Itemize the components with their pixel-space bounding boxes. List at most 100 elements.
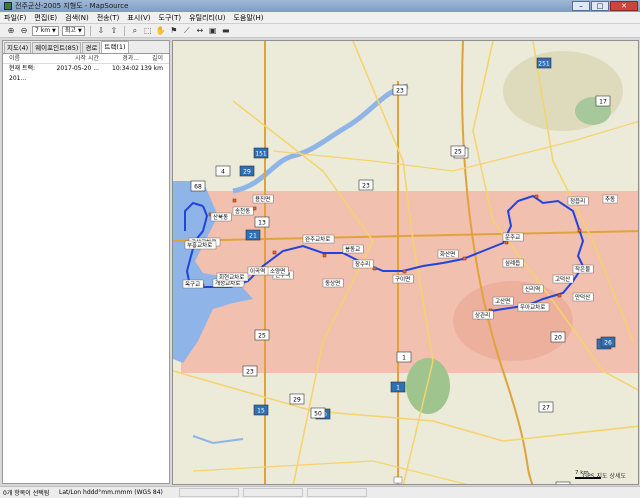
route-shield: 151 [253, 147, 269, 159]
close-button[interactable]: ✕ [610, 1, 638, 11]
place-label[interactable]: 구이면 [392, 274, 414, 284]
place-label[interactable]: 소양면 [267, 266, 289, 276]
zoom-scale-select[interactable]: 7 km ▼ [32, 25, 59, 36]
place-label[interactable]: 화산면 [437, 249, 459, 259]
shield-number: 1 [402, 355, 406, 362]
place-label[interactable]: 산북동 [210, 212, 232, 222]
route-shield: 1 [390, 381, 406, 393]
send-to-device-icon[interactable]: ⇧ [109, 26, 119, 36]
map-copyright: GPS 지도 상세도 [582, 473, 627, 480]
track-row[interactable]: 현재 트랙: 201... 2017-05-20 ... 10:34:02 13… [3, 64, 169, 82]
tab-waypoints[interactable]: 웨이포인트(85) [32, 42, 82, 53]
hand-tool-icon[interactable]: ✋ [156, 26, 166, 36]
waypoint-marker[interactable] [372, 266, 377, 271]
menu-view[interactable]: 표시(V) [127, 13, 150, 23]
waypoint-marker[interactable] [252, 206, 257, 211]
shield-number: 251 [538, 61, 550, 68]
label-text: 삼례읍 [505, 259, 520, 267]
tab-maps[interactable]: 지도(4) [4, 42, 32, 53]
zoom-out-icon[interactable]: ⊖ [19, 26, 29, 36]
track-name: 현재 트랙: 201... [9, 65, 36, 82]
route-shield: 25 [254, 329, 270, 341]
place-label[interactable]: 정읍리 [567, 196, 589, 206]
label-text: 이곡역 [250, 267, 265, 275]
menu-help[interactable]: 도움말(H) [233, 13, 263, 23]
shield-number: 68 [194, 184, 202, 191]
place-label[interactable]: 장수리 [352, 259, 374, 269]
place-label[interactable]: 상관리 [472, 310, 494, 320]
waypoint-marker[interactable] [232, 198, 237, 203]
minimize-button[interactable]: – [572, 1, 590, 11]
place-label[interactable]: 작은물 [572, 264, 594, 274]
place-label[interactable]: 이곡역 [247, 266, 269, 276]
scroll-handle[interactable] [393, 476, 403, 484]
waypoint-tool-icon[interactable]: ⚑ [169, 26, 179, 36]
place-label[interactable]: 운주교 [502, 232, 524, 242]
map-view[interactable]: 2512317151254296823211312620253029501527… [172, 40, 639, 485]
label-text: 구이면 [395, 275, 410, 283]
place-label[interactable]: 삼례읍 [502, 258, 524, 268]
label-text: 화산면 [440, 250, 455, 258]
label-text: 소양면 [270, 267, 285, 275]
column-name[interactable]: 이름 [3, 54, 53, 63]
status-bar: 0개 항목이 선택됨 Lat/Lon hddd°mm.mmm (WGS 84) [0, 486, 640, 498]
place-label[interactable]: 용진면 [252, 194, 274, 204]
menu-file[interactable]: 파일(F) [4, 13, 26, 23]
tab-routes[interactable]: 경로 [82, 42, 101, 53]
select-tool-icon[interactable]: ⬚ [143, 26, 153, 36]
status-cell [307, 488, 367, 497]
waypoint-marker[interactable] [557, 293, 562, 298]
map-scroll-control[interactable] [393, 476, 403, 484]
distance-tool-icon[interactable]: ↔ [195, 26, 205, 36]
column-elapsed[interactable]: 경과... [103, 54, 139, 63]
place-label[interactable]: 추동 [602, 194, 619, 204]
column-length[interactable]: 길이 [139, 54, 167, 63]
waypoint-marker[interactable] [402, 269, 407, 274]
shield-number: 19 [559, 485, 567, 486]
column-start-time[interactable]: 시작 시간 [53, 54, 103, 63]
place-label[interactable]: 회현교차로 [216, 272, 249, 282]
place-label[interactable]: 봉동교 [342, 244, 364, 254]
label-text: 우아교차로 [520, 303, 545, 311]
map-select-tool-icon[interactable]: ▣ [208, 26, 218, 36]
waypoint-marker[interactable] [462, 256, 467, 261]
track-elapsed: 10:34:02 [112, 65, 139, 72]
receive-from-device-icon[interactable]: ⇩ [96, 26, 106, 36]
waypoint-marker[interactable] [272, 250, 277, 255]
shield-number: 27 [542, 405, 550, 412]
menu-tools[interactable]: 도구(T) [159, 13, 182, 23]
waypoint-marker[interactable] [577, 228, 582, 233]
place-label[interactable]: 옥구교 [182, 279, 204, 289]
waypoint-marker[interactable] [322, 253, 327, 258]
place-label[interactable]: 신리역 [522, 284, 544, 294]
place-label[interactable]: 고산면 [492, 296, 514, 306]
menu-find[interactable]: 검색(N) [65, 13, 89, 23]
waypoint-marker[interactable] [534, 194, 539, 199]
label-text: 산북동 [213, 213, 228, 221]
menu-edit[interactable]: 편집(E) [34, 13, 57, 23]
toolbar-separator [89, 25, 91, 36]
zoom-in-icon[interactable]: ⊕ [6, 26, 16, 36]
place-label[interactable]: 동상면 [322, 278, 344, 288]
place-label[interactable]: 우아교차로 [517, 302, 550, 312]
place-label[interactable]: 고덕산 [552, 274, 574, 284]
place-label[interactable]: 부흥교차로 [184, 240, 217, 250]
menu-utilities[interactable]: 유틸리티(U) [189, 13, 225, 23]
place-label[interactable]: 완주교차로 [302, 234, 335, 244]
maximize-button[interactable]: □ [591, 1, 609, 11]
label-text: 옥구교 [185, 281, 200, 288]
zoom-tool-icon[interactable]: ⌕ [130, 26, 140, 36]
tab-tracks[interactable]: 트랙(1) [101, 41, 129, 53]
place-label[interactable]: 송천동 [232, 206, 254, 216]
route-tool-icon[interactable]: ⟋ [182, 26, 192, 36]
label-text: 운주교 [505, 234, 520, 241]
ruler-icon[interactable]: ▬ [221, 26, 231, 36]
map-canvas[interactable]: 2512317151254296823211312620253029501527… [173, 41, 639, 485]
waypoint-marker[interactable] [504, 240, 509, 245]
shield-number: 15 [257, 408, 265, 415]
place-label[interactable]: 만덕산 [572, 292, 594, 302]
chevron-down-icon: ▼ [52, 27, 56, 34]
detail-select[interactable]: 최고 ▼ [61, 25, 85, 36]
status-cell [243, 488, 303, 497]
menu-transfer[interactable]: 전송(T) [97, 13, 120, 23]
